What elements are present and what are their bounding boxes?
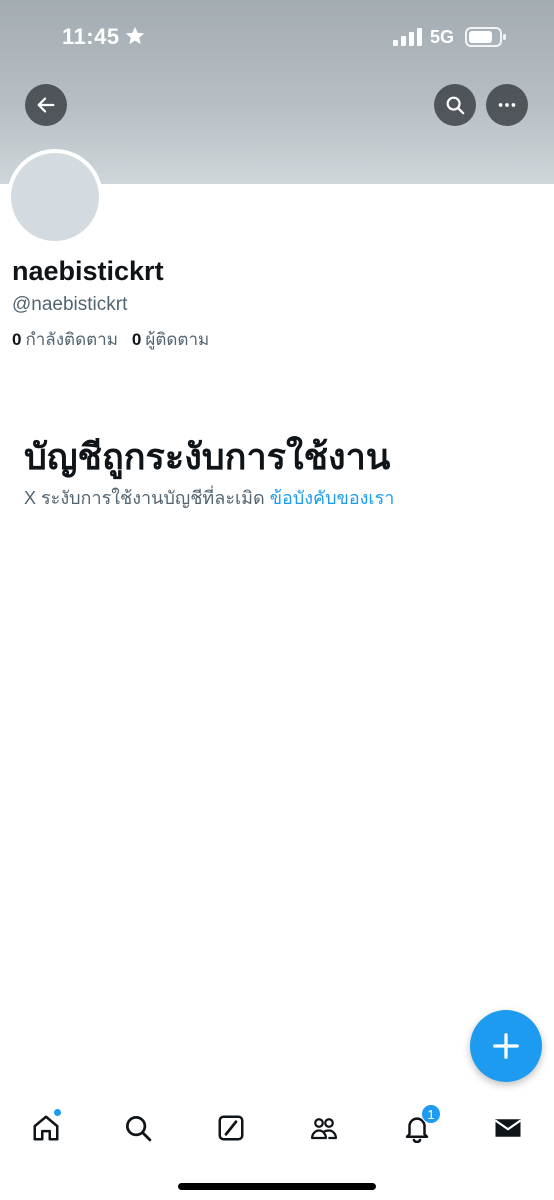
nav-home[interactable] <box>22 1104 70 1152</box>
rules-link[interactable]: ข้อบังคับของเรา <box>270 488 395 508</box>
following-stat[interactable]: 0 กำลังติดตาม <box>12 326 118 353</box>
avatar[interactable] <box>7 149 103 245</box>
search-button[interactable] <box>434 84 476 126</box>
compose-button[interactable] <box>470 1010 542 1082</box>
following-label: กำลังติดตาม <box>25 330 118 349</box>
status-time: 11:45 <box>62 24 120 49</box>
followers-stat[interactable]: 0 ผู้ติดตาม <box>132 326 209 353</box>
followers-label: ผู้ติดตาม <box>145 330 210 349</box>
plus-icon <box>493 1033 519 1059</box>
search-icon <box>126 1116 152 1142</box>
grok-icon <box>218 1115 244 1141</box>
network-type: 5G <box>430 27 455 47</box>
signal-icon <box>393 28 422 46</box>
followers-count: 0 <box>131 330 142 349</box>
nav-search[interactable] <box>114 1104 162 1152</box>
back-button[interactable] <box>25 84 67 126</box>
communities-icon <box>311 1118 337 1140</box>
battery-icon <box>465 27 506 47</box>
home-indicator <box>178 1183 376 1190</box>
home-icon <box>33 1115 59 1141</box>
star-icon <box>125 26 145 45</box>
nav-communities[interactable] <box>300 1104 348 1152</box>
arrow-left-icon <box>37 97 55 113</box>
nav-grok[interactable] <box>207 1104 255 1152</box>
more-button[interactable] <box>486 84 528 126</box>
nav-notifications[interactable]: 1 <box>393 1104 441 1152</box>
envelope-icon <box>494 1119 522 1137</box>
suspended-description: X ระงับการใช้งานบัญชีที่ละเมิด ข้อบังคับ… <box>24 483 394 512</box>
nav-messages[interactable] <box>484 1104 532 1152</box>
follow-stats: 0 กำลังติดตาม 0 ผู้ติดตาม <box>12 326 209 353</box>
suspended-title: บัญชีถูกระงับการใช้งาน <box>24 436 391 477</box>
search-icon <box>446 96 465 115</box>
unread-dot <box>53 1108 62 1117</box>
more-icon <box>498 103 516 107</box>
user-handle: @naebistickrt <box>12 294 128 315</box>
suspended-text: X ระงับการใช้งานบัญชีที่ละเมิด <box>24 488 265 508</box>
notification-badge: 1 <box>421 1104 441 1124</box>
display-name: naebistickrt <box>12 256 164 286</box>
status-bar: 11:45 5G <box>0 0 554 76</box>
following-count: 0 <box>12 330 22 349</box>
